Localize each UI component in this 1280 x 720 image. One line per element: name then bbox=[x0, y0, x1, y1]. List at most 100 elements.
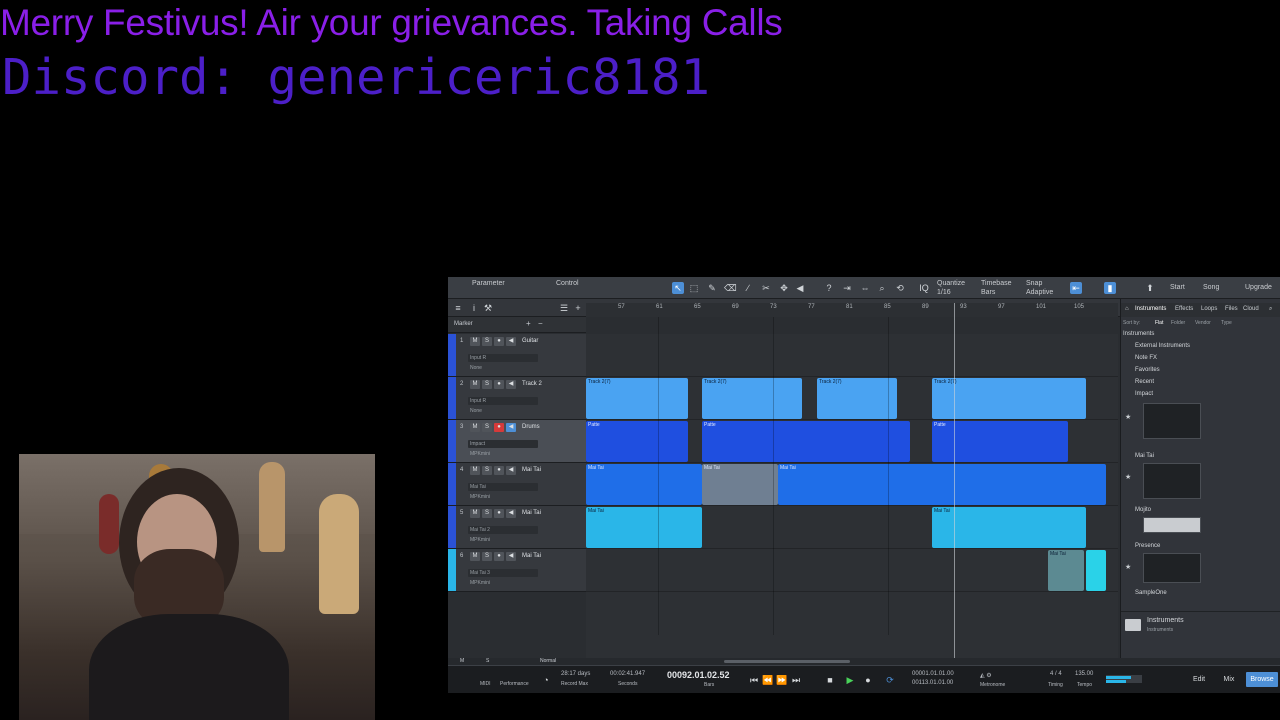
search-icon[interactable]: ⌕ bbox=[1269, 306, 1272, 313]
sort-type[interactable]: Type bbox=[1221, 320, 1232, 326]
track-lane[interactable] bbox=[586, 334, 1118, 377]
instrument-clip[interactable]: Mai Tai bbox=[932, 507, 1086, 548]
instrument-clip-muted[interactable]: Mai Tai bbox=[1048, 550, 1084, 591]
loop-end[interactable]: 00113.01.01.00 bbox=[912, 680, 953, 686]
instrument-clip[interactable] bbox=[1086, 550, 1106, 591]
track-lane[interactable]: Mai Tai Mai Tai bbox=[586, 506, 1118, 549]
tab-files[interactable]: Files bbox=[1225, 306, 1238, 312]
mute-button[interactable]: M bbox=[470, 380, 480, 389]
record-arm-button[interactable]: ● bbox=[494, 466, 504, 475]
mute-button[interactable]: M bbox=[470, 466, 480, 475]
instrument-clip-muted[interactable]: Mai Tai bbox=[702, 464, 778, 505]
browser-item[interactable]: Recent bbox=[1135, 379, 1154, 385]
fast-forward-icon[interactable]: ⏩ bbox=[776, 674, 788, 686]
track-lane[interactable]: Mai Tai bbox=[586, 549, 1118, 592]
track-lane[interactable]: Track 2(7) Track 2(7) Track 2(7) Track 2… bbox=[586, 377, 1118, 420]
browse-button[interactable]: Browse bbox=[1246, 672, 1278, 687]
sort-flat[interactable]: Flat bbox=[1155, 320, 1163, 326]
browser-item[interactable]: Mojito bbox=[1135, 507, 1151, 513]
solo-button[interactable]: S bbox=[482, 380, 492, 389]
play-icon[interactable]: ▶ bbox=[844, 674, 856, 686]
info-icon[interactable]: i bbox=[468, 302, 480, 314]
split-tool-icon[interactable]: ✂ bbox=[760, 282, 772, 294]
rewind-icon[interactable]: ⏪ bbox=[762, 674, 774, 686]
browser-item[interactable]: SampleOne bbox=[1135, 590, 1167, 596]
browser-item[interactable]: Impact bbox=[1135, 391, 1153, 397]
upgrade-button[interactable]: Upgrade bbox=[1245, 284, 1272, 291]
return-to-zero-icon[interactable]: ⏮ bbox=[748, 674, 760, 686]
browser-item[interactable]: Mai Tai bbox=[1135, 453, 1154, 459]
solo-mode-icon[interactable]: S bbox=[486, 658, 489, 664]
pattern-clip[interactable]: Patte bbox=[932, 421, 1068, 462]
track-header[interactable]: 5 M S ● ◀ Mai Tai Mai Tai 2 MPKmini bbox=[448, 506, 586, 549]
home-icon[interactable]: ⌂ bbox=[1125, 306, 1129, 312]
monitor-button[interactable]: ◀ bbox=[506, 466, 516, 475]
monitor-button[interactable]: ◀ bbox=[506, 423, 516, 432]
mix-button[interactable]: Mix bbox=[1216, 672, 1242, 687]
instrument-clip[interactable]: Mai Tai bbox=[778, 464, 1106, 505]
track-name[interactable]: Drums bbox=[522, 424, 540, 430]
browser-item[interactable]: External Instruments bbox=[1135, 343, 1190, 349]
favorite-star-icon[interactable]: ★ bbox=[1125, 413, 1131, 421]
loop-icon[interactable]: ⟲ bbox=[894, 282, 906, 294]
record-arm-button[interactable]: ● bbox=[494, 423, 504, 432]
solo-button[interactable]: S bbox=[482, 423, 492, 432]
record-icon[interactable]: ● bbox=[862, 674, 874, 686]
monitor-button[interactable]: ◀ bbox=[506, 380, 516, 389]
remove-marker-icon[interactable]: − bbox=[538, 319, 543, 328]
nudge-icon[interactable]: ⇥ bbox=[841, 282, 853, 294]
add-marker-icon[interactable]: + bbox=[526, 319, 531, 328]
midi-mode-icon[interactable]: M bbox=[460, 658, 464, 664]
record-arm-button[interactable]: ● bbox=[494, 552, 504, 561]
monitor-button[interactable]: ◀ bbox=[506, 552, 516, 561]
horizontal-scrollbar[interactable] bbox=[724, 660, 850, 663]
track-lane[interactable]: Mai Tai Mai Tai Mai Tai bbox=[586, 463, 1118, 506]
impact-thumbnail[interactable] bbox=[1143, 403, 1201, 439]
audio-clip[interactable]: Track 2(7) bbox=[932, 378, 1086, 419]
favorite-star-icon[interactable]: ★ bbox=[1125, 473, 1131, 481]
sort-folder[interactable]: Folder bbox=[1171, 320, 1185, 326]
browser-item[interactable]: Favorites bbox=[1135, 367, 1160, 373]
favorite-star-icon[interactable]: ★ bbox=[1125, 563, 1131, 571]
timer-icon[interactable]: ◔ bbox=[540, 674, 552, 686]
view-toggle-icon[interactable]: ▮ bbox=[1104, 282, 1116, 294]
time-signature[interactable]: 4 / 4 bbox=[1050, 671, 1062, 677]
start-button[interactable]: Start bbox=[1170, 284, 1185, 291]
add-track-icon[interactable]: + bbox=[572, 302, 584, 314]
tab-loops[interactable]: Loops bbox=[1201, 306, 1217, 312]
solo-button[interactable]: S bbox=[482, 466, 492, 475]
speaker-icon[interactable]: ◀ bbox=[794, 282, 806, 294]
audio-clip[interactable]: Track 2(7) bbox=[702, 378, 802, 419]
paint-icon[interactable]: ∕ bbox=[742, 282, 754, 294]
list-icon[interactable]: ☰ bbox=[558, 302, 570, 314]
quantize-value[interactable]: 1/16 bbox=[937, 289, 951, 296]
skip-end-icon[interactable]: ⏭ bbox=[790, 674, 802, 686]
instrument-clip[interactable]: Mai Tai bbox=[586, 464, 702, 505]
timeline-ruler[interactable]: 57 61 65 69 73 77 81 85 89 93 97 101 105 bbox=[586, 303, 1118, 317]
tab-instruments[interactable]: Instruments bbox=[1135, 306, 1166, 312]
track-name[interactable]: Guitar bbox=[522, 338, 538, 344]
pattern-clip[interactable]: Patte bbox=[586, 421, 688, 462]
solo-button[interactable]: S bbox=[482, 552, 492, 561]
browser-item[interactable]: Note FX bbox=[1135, 355, 1157, 361]
menu-icon[interactable]: ≡ bbox=[452, 302, 464, 314]
mute-button[interactable]: M bbox=[470, 509, 480, 518]
track-name[interactable]: Mai Tai bbox=[522, 553, 541, 559]
browser-root[interactable]: Instruments bbox=[1123, 331, 1154, 337]
audio-clip[interactable]: Track 2(7) bbox=[817, 378, 897, 419]
record-arm-button[interactable]: ● bbox=[494, 337, 504, 346]
browser-item[interactable]: Presence bbox=[1135, 543, 1160, 549]
track-lane[interactable]: Patte Patte Patte bbox=[586, 420, 1118, 463]
track-header[interactable]: 6 M S ● ◀ Mai Tai Mai Tai 3 MPKmini bbox=[448, 549, 586, 592]
presence-thumbnail[interactable] bbox=[1143, 553, 1201, 583]
track-name[interactable]: Track 2 bbox=[522, 381, 542, 387]
playhead[interactable] bbox=[954, 303, 955, 658]
track-header[interactable]: 1 M S ● ◀ Guitar Input R None bbox=[448, 334, 586, 377]
tab-effects[interactable]: Effects bbox=[1175, 306, 1193, 312]
monitor-button[interactable]: ◀ bbox=[506, 337, 516, 346]
edit-button[interactable]: Edit bbox=[1186, 672, 1212, 687]
loop-start[interactable]: 00001.01.01.00 bbox=[912, 671, 954, 677]
song-position[interactable]: 00092.01.02.52 bbox=[667, 670, 730, 680]
wrench-icon[interactable]: ⚒ bbox=[482, 302, 494, 314]
help-icon[interactable]: ? bbox=[823, 282, 835, 294]
